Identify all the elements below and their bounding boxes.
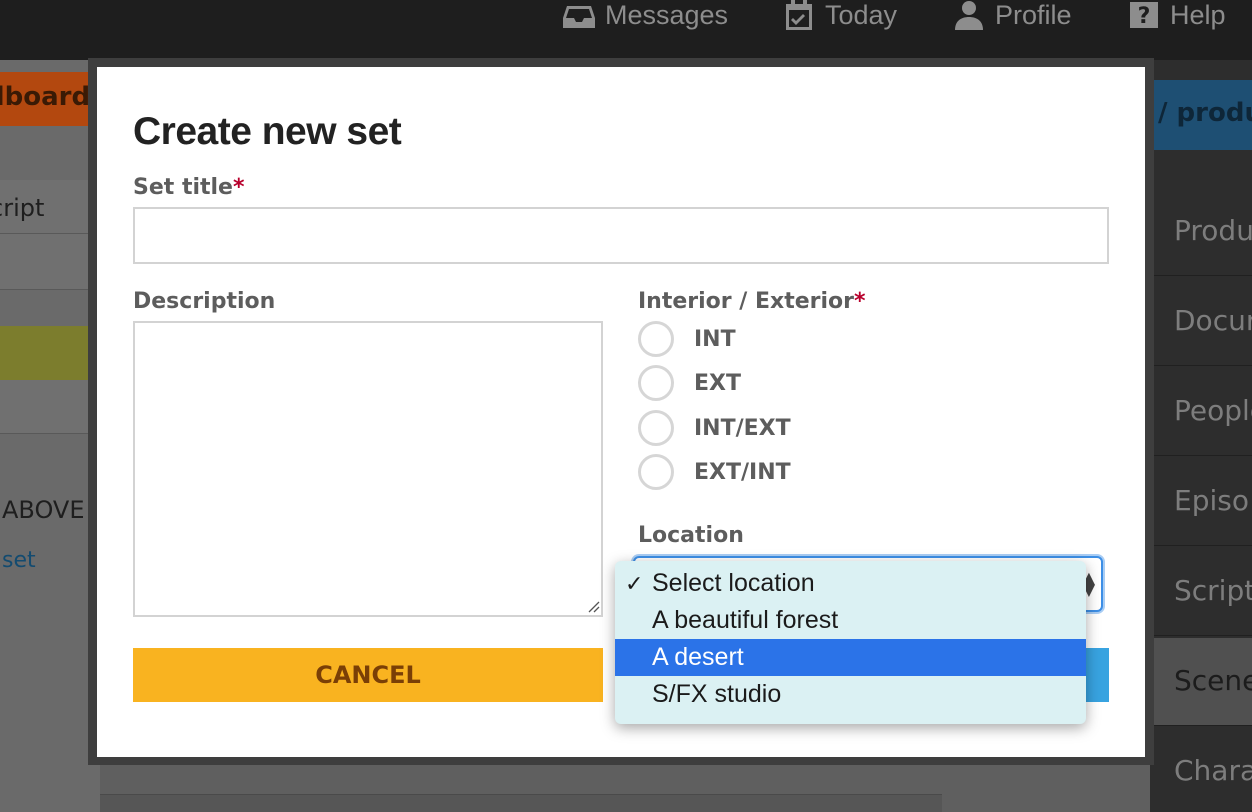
radio-int[interactable] <box>638 321 674 357</box>
right-nav-scripts-label: Scripts <box>1174 574 1252 607</box>
right-nav-production[interactable]: Produ <box>1154 188 1252 276</box>
inbox-icon <box>563 6 595 28</box>
right-nav-production-label: Produ <box>1174 214 1252 247</box>
radio-int-ext-label: INT/EXT <box>694 415 791 441</box>
nav-today[interactable]: Today <box>783 0 897 30</box>
left-panel <box>0 60 100 812</box>
right-nav-documents-label: Docur <box>1174 304 1252 337</box>
right-nav-characters[interactable]: Chara <box>1154 728 1252 812</box>
calendar-icon <box>786 0 812 30</box>
dashboard-tab-label: dboard <box>0 82 91 112</box>
left-row-t[interactable]: t <box>0 380 92 434</box>
left-row-t-label: t <box>0 394 92 422</box>
left-row-highlight <box>0 326 92 380</box>
radio-ext-label: EXT <box>694 370 741 396</box>
location-option-select[interactable]: ✓ Select location <box>615 565 1086 602</box>
interior-exterior-label: Interior / Exterior* <box>638 289 866 314</box>
nav-help-label: Help <box>1170 0 1226 30</box>
left-row-script-label: cript <box>0 194 45 222</box>
set-title-input[interactable] <box>133 207 1109 264</box>
right-nav-people[interactable]: People <box>1154 368 1252 456</box>
help-icon: ? <box>1130 2 1158 29</box>
location-option-select-label: Select location <box>652 569 815 597</box>
radio-ext[interactable] <box>638 365 674 401</box>
radio-option-ext[interactable]: EXT <box>638 365 741 401</box>
production-tab[interactable]: / product <box>1150 80 1252 150</box>
nav-messages-label: Messages <box>605 0 729 30</box>
left-set-link[interactable]: set <box>2 548 36 573</box>
right-nav-episodes-label: Episo <box>1174 484 1249 517</box>
left-caps-text: ABOVE <box>2 496 85 524</box>
radio-option-int-ext[interactable]: INT/EXT <box>638 410 791 446</box>
location-option-sfx-studio-label: S/FX studio <box>652 680 782 708</box>
location-option-forest[interactable]: A beautiful forest <box>615 602 1086 639</box>
location-option-desert[interactable]: A desert <box>615 639 1086 676</box>
location-option-forest-label: A beautiful forest <box>652 606 839 634</box>
nav-today-label: Today <box>825 0 898 30</box>
cancel-button[interactable]: CANCEL <box>133 648 603 702</box>
required-mark: * <box>854 289 866 314</box>
set-title-label-text: Set title <box>133 175 233 200</box>
left-row-script[interactable]: cript <box>0 180 92 234</box>
location-label: Location <box>638 523 744 548</box>
right-nav-scripts[interactable]: Scripts <box>1154 548 1252 636</box>
required-mark: * <box>232 175 245 200</box>
radio-ext-int-label: EXT/INT <box>694 459 791 485</box>
location-option-sfx-studio[interactable]: S/FX studio <box>615 676 1086 713</box>
radio-ext-int[interactable] <box>638 454 674 490</box>
radio-int-label: INT <box>694 326 736 352</box>
nav-profile[interactable]: Profile <box>953 0 1072 30</box>
checkmark-icon: ✓ <box>625 570 644 596</box>
right-nav-documents[interactable]: Docur <box>1154 278 1252 366</box>
dashboard-tab[interactable]: dboard <box>0 72 92 126</box>
nav-profile-label: Profile <box>995 0 1072 30</box>
dialog-title: Create new set <box>133 110 402 153</box>
nav-help[interactable]: ? Help <box>1128 0 1226 30</box>
left-row-blank <box>0 234 92 290</box>
set-title-label: Set title* <box>133 175 245 200</box>
description-label: Description <box>133 289 276 314</box>
right-nav-episodes[interactable]: Episo <box>1154 458 1252 546</box>
description-textarea[interactable] <box>133 321 603 617</box>
radio-int-ext[interactable] <box>638 410 674 446</box>
location-option-desert-label: A desert <box>652 643 744 671</box>
right-nav-scenes[interactable]: Scenes <box>1154 638 1252 726</box>
bottom-strip <box>100 794 942 812</box>
radio-option-int[interactable]: INT <box>638 321 736 357</box>
svg-text:?: ? <box>1138 4 1151 29</box>
right-nav-people-label: People <box>1174 394 1252 427</box>
resize-grip-icon[interactable] <box>588 601 600 613</box>
user-icon <box>955 1 983 30</box>
nav-messages[interactable]: Messages <box>563 0 728 30</box>
right-nav-characters-label: Chara <box>1174 754 1252 787</box>
interior-exterior-label-text: Interior / Exterior <box>638 289 855 314</box>
right-nav-scenes-label: Scenes <box>1174 664 1252 697</box>
radio-option-ext-int[interactable]: EXT/INT <box>638 454 791 490</box>
location-dropdown-list: ✓ Select location A beautiful forest A d… <box>615 561 1086 724</box>
